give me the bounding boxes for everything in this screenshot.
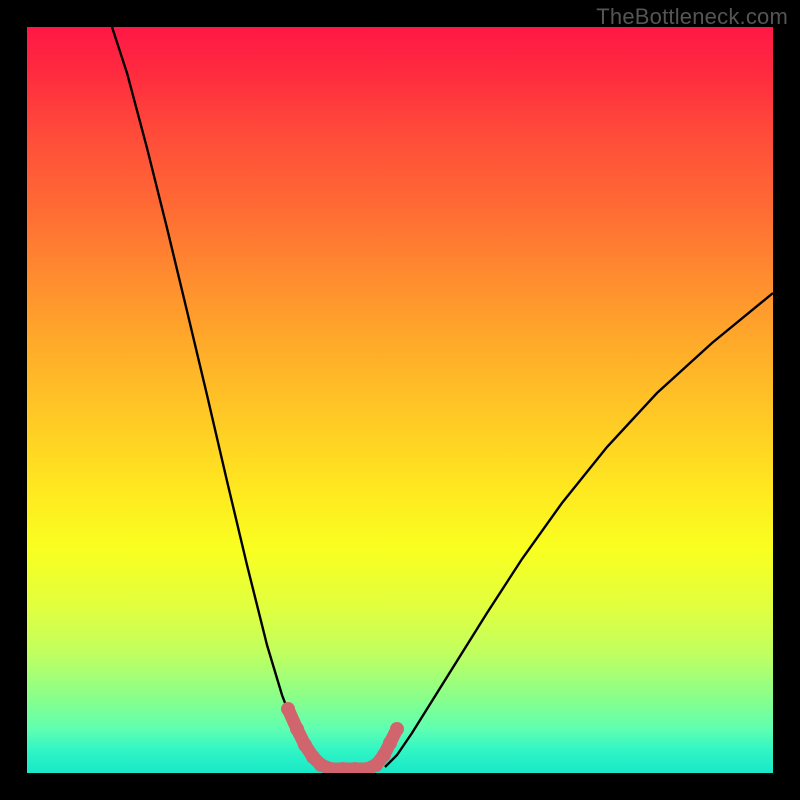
curve-left [112, 27, 319, 767]
curve-layer [27, 27, 773, 773]
watermark-text: TheBottleneck.com [596, 4, 788, 30]
pink-dot [281, 702, 295, 716]
pink-dot [290, 722, 304, 736]
plot-area [27, 27, 773, 773]
pink-dot [383, 736, 397, 750]
pink-dot [390, 722, 404, 736]
curve-right [385, 293, 773, 767]
pink-dot [377, 748, 391, 762]
